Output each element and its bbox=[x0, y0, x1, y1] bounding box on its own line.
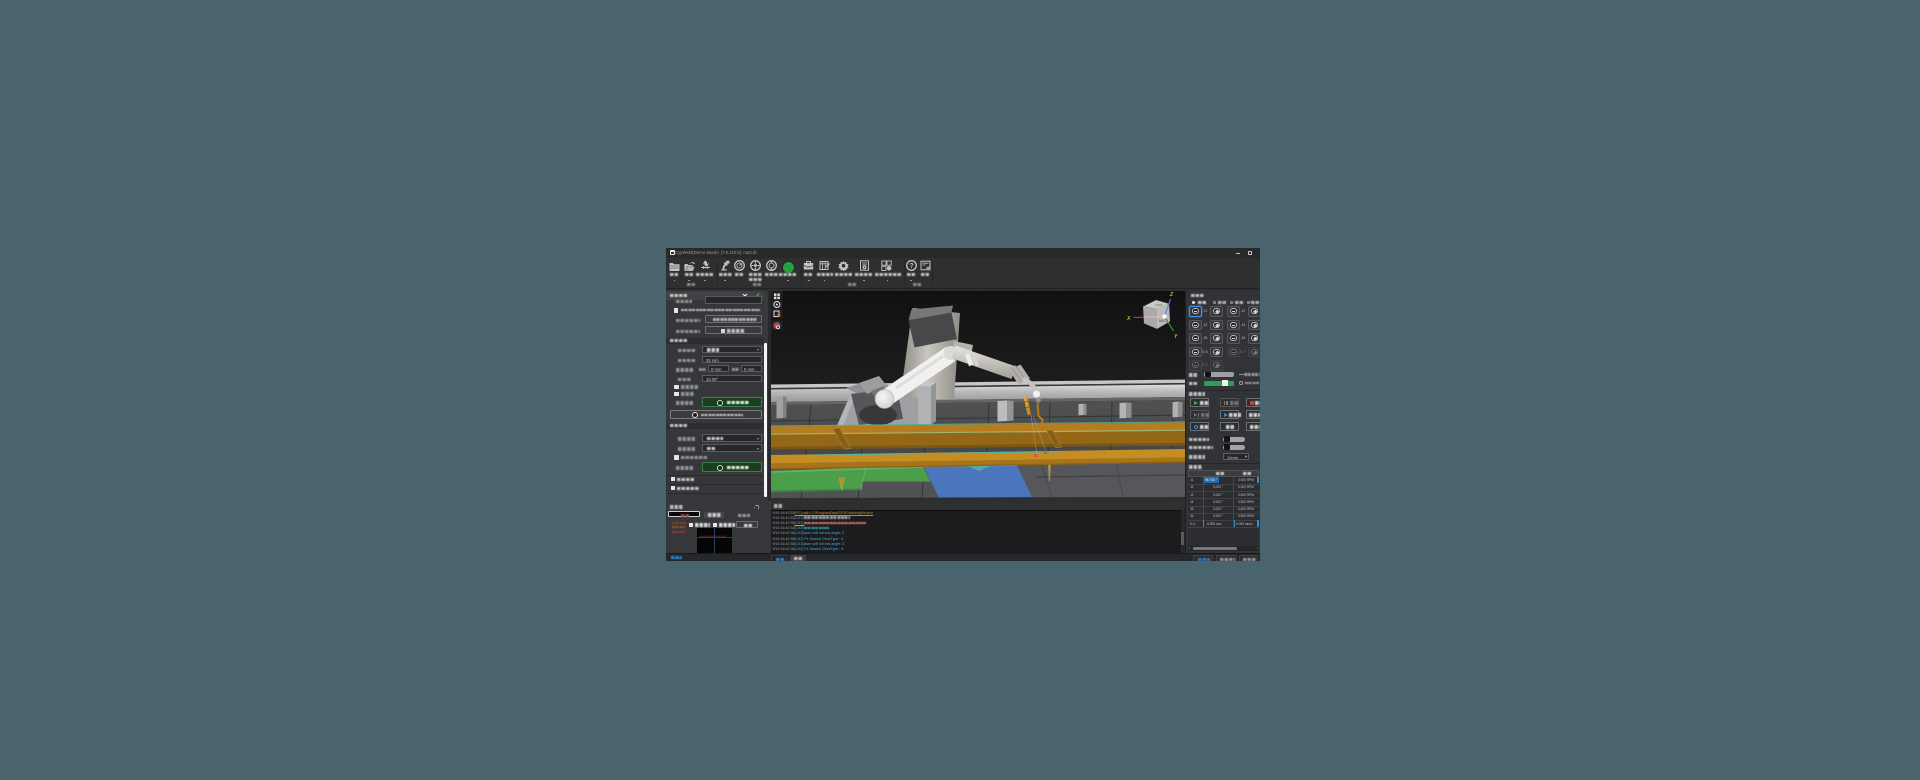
svg-text:X: X bbox=[1126, 316, 1131, 322]
svg-text:VIEW: VIEW bbox=[1154, 303, 1162, 308]
svg-text:?: ? bbox=[909, 263, 913, 270]
